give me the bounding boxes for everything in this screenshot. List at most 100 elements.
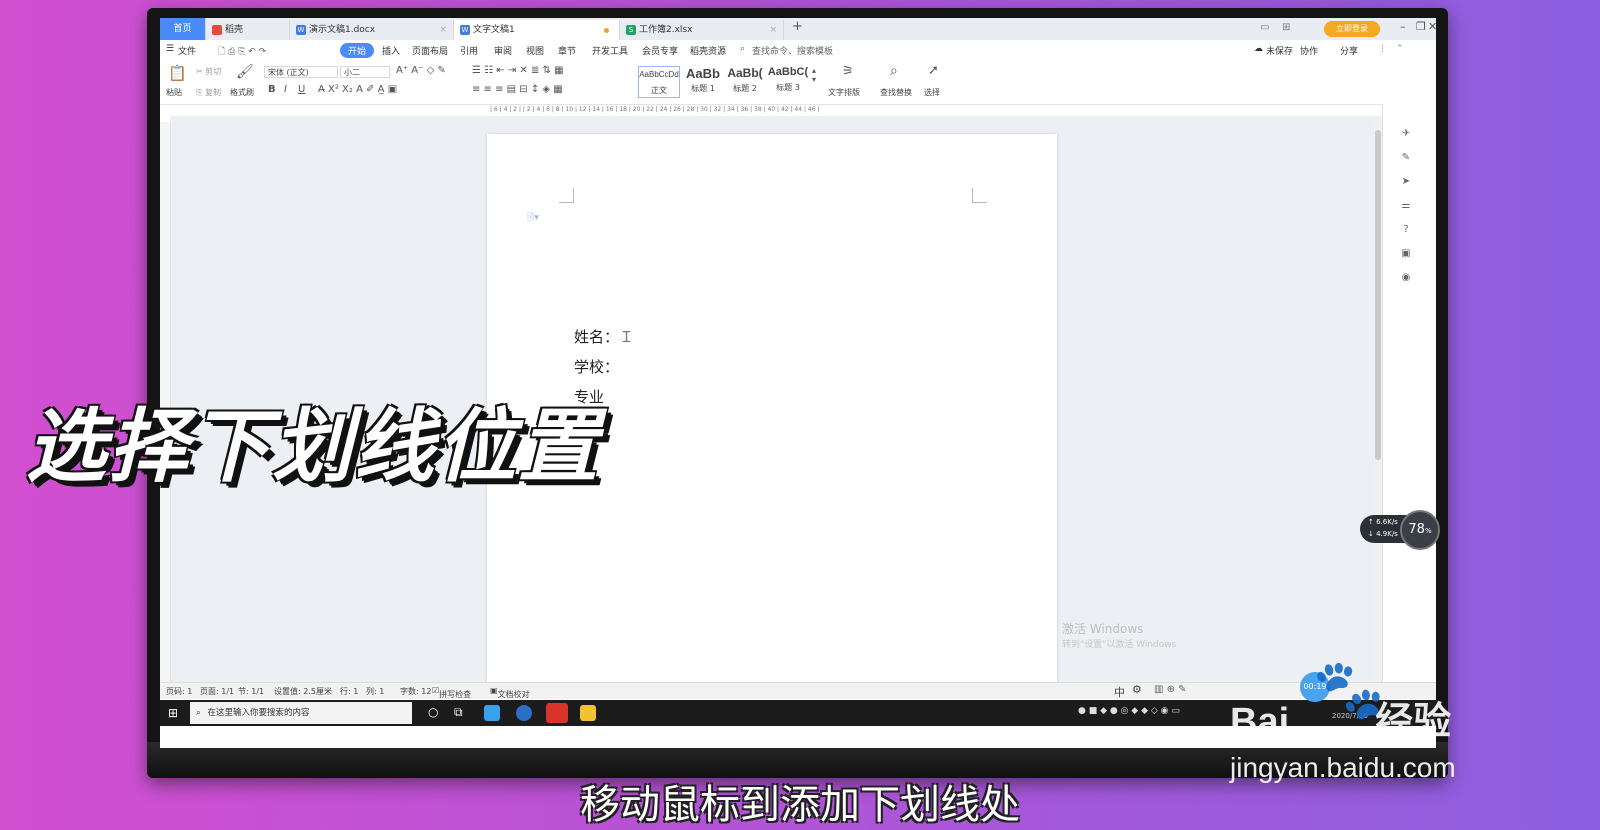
status-page-number[interactable]: 页码: 1	[166, 686, 192, 697]
style-normal[interactable]: AaBbCcDd 正文	[638, 66, 680, 98]
styles-more-icon[interactable]: ▴ ▾	[812, 66, 816, 84]
system-tray-icons[interactable]: ● ■ ◆ ● ◎ ◆ ◆ ◇ ◉ ▭	[1078, 706, 1180, 716]
new-tab-button[interactable]: +	[792, 19, 803, 34]
menu-daoke-resources[interactable]: 稻壳资源	[690, 44, 726, 57]
underline-icon[interactable]: U	[298, 84, 305, 95]
layout-icon[interactable]: ▭	[1260, 22, 1269, 33]
doc-line-school[interactable]: 学校：	[574, 356, 619, 377]
style-heading3[interactable]: AaBbC( 标题 3	[766, 66, 810, 98]
paste-button[interactable]: 粘贴	[166, 87, 182, 98]
word-doc-icon: W	[296, 24, 306, 35]
command-search[interactable]: 查找命令、搜索模板	[752, 44, 833, 57]
quick-access-icons[interactable]: 🗋 ⎙ ⎘ ↶ ↷	[218, 44, 266, 60]
taskbar-search[interactable]: ⌕ 在这里输入你要搜索的内容	[190, 702, 412, 724]
task-view-icon[interactable]: ⧉	[454, 705, 470, 721]
minimize-icon[interactable]: –	[1400, 20, 1406, 33]
tab-workbook[interactable]: S 工作簿2.xlsx ×	[620, 20, 784, 40]
tab-home[interactable]: 首页	[160, 18, 206, 40]
text-layout-button[interactable]: 文字排版	[828, 87, 860, 98]
location-icon[interactable]: ◉	[1400, 272, 1412, 284]
text-cursor-icon: Ｉ	[619, 328, 635, 346]
style-heading2[interactable]: AaBb( 标题 2	[724, 66, 766, 98]
status-setting[interactable]: 设置值: 2.5厘米	[274, 686, 332, 697]
menu-layout[interactable]: 页面布局	[412, 44, 448, 57]
doc-line-name[interactable]: 姓名：Ｉ	[574, 326, 634, 347]
menu-developer[interactable]: 开发工具	[592, 44, 628, 57]
tab-daoke[interactable]: 稻壳	[206, 20, 290, 40]
word-doc-icon: W	[460, 24, 470, 35]
find-replace-button[interactable]: 查找替换	[880, 87, 912, 98]
cursor-select-icon[interactable]: ➚	[928, 63, 939, 78]
doc-proofread[interactable]: ▣ 文档校对	[490, 686, 530, 699]
image-icon[interactable]: ▣	[1400, 248, 1412, 260]
tab-presentation[interactable]: W 演示文稿1.docx ×	[290, 20, 454, 40]
status-word-count[interactable]: 字数: 12	[400, 686, 431, 697]
vertical-scrollbar[interactable]	[1374, 116, 1382, 682]
paragraph-options-icon[interactable]: 🗎▾	[527, 210, 539, 226]
unsaved-status[interactable]: 未保存	[1266, 44, 1293, 57]
format-painter-icon[interactable]: 🖌	[236, 64, 254, 80]
grid-icon[interactable]: ⊞	[1282, 22, 1290, 33]
share-button[interactable]: 分享	[1340, 44, 1358, 57]
status-section[interactable]: 节: 1/1	[238, 686, 264, 697]
menu-references[interactable]: 引用	[460, 44, 478, 57]
cortana-icon[interactable]: ○	[428, 705, 444, 721]
font-effects-icons[interactable]: A̶ X² X₂ A ✐ A̲ ▣	[318, 84, 397, 95]
settings-gear-icon[interactable]: ⚙	[1132, 683, 1142, 696]
status-row[interactable]: 行: 1	[340, 686, 358, 697]
tab-current-document[interactable]: W 文字文稿1	[454, 20, 620, 40]
menu-insert[interactable]: 插入	[382, 44, 400, 57]
cut-button[interactable]: ✂ 剪切	[196, 66, 221, 77]
search-icon: ⌕	[196, 708, 201, 718]
list-icons[interactable]: ☰ ☷ ⇤ ⇥ ✕ ≣ ⇅ ▦	[472, 65, 564, 76]
windows-start-icon[interactable]: ⊞	[168, 706, 178, 720]
spell-check[interactable]: ☑ 拼写检查	[432, 686, 471, 699]
format-painter-button[interactable]: 格式刷	[230, 87, 254, 98]
italic-icon[interactable]: I	[284, 84, 287, 95]
view-mode-icons[interactable]: ▥ ⊕ ✎	[1154, 684, 1187, 695]
pointer-icon[interactable]: ➤	[1400, 176, 1412, 188]
style-heading1[interactable]: AaBb 标题 1	[682, 66, 724, 98]
file-explorer-icon[interactable]	[580, 705, 596, 721]
menu-file[interactable]: 文件	[178, 44, 196, 57]
select-button[interactable]: 选择	[924, 87, 940, 98]
font-size-select[interactable]: 小二	[340, 66, 390, 78]
restore-icon[interactable]: ❐	[1416, 20, 1426, 33]
unsaved-dot	[604, 28, 609, 33]
cpu-usage-gauge[interactable]: 78%	[1400, 510, 1440, 550]
menu-view[interactable]: 视图	[526, 44, 544, 57]
ime-indicator[interactable]: 中	[1114, 684, 1125, 700]
paste-icon[interactable]: 📋	[168, 64, 187, 82]
status-pages[interactable]: 页面: 1/1	[200, 686, 234, 697]
horizontal-ruler[interactable]: | 6 | 4 | 2 | | 2 | 4 | 6 | 8 | 10 | 12 …	[490, 106, 1070, 116]
font-name-select[interactable]: 宋体 (正文)	[264, 66, 338, 78]
edge-icon[interactable]	[484, 705, 500, 721]
sliders-icon[interactable]: ⚌	[1400, 200, 1412, 212]
magnifier-icon[interactable]: ⌕	[890, 63, 898, 79]
collab-button[interactable]: 协作	[1300, 44, 1318, 57]
menu-chapter[interactable]: 章节	[558, 44, 576, 57]
align-icons[interactable]: ≡ ≡ ≡ ▤ ⊟ ↕ ◈ ▦	[472, 84, 563, 95]
more-icon[interactable]: ⋮	[1378, 44, 1387, 54]
menu-home[interactable]: 开始	[340, 43, 375, 58]
bold-icon[interactable]: B	[268, 84, 276, 95]
menu-icon[interactable]: ☰	[166, 44, 174, 54]
browser-icon[interactable]	[516, 705, 532, 721]
status-column[interactable]: 列: 1	[366, 686, 384, 697]
rocket-icon[interactable]: ✈	[1400, 128, 1412, 140]
copy-button[interactable]: ⎘ 复制	[196, 87, 221, 98]
help-icon[interactable]: ?	[1400, 224, 1412, 236]
close-tab-icon[interactable]: ×	[439, 20, 447, 40]
wps-icon[interactable]	[546, 703, 568, 723]
collapse-ribbon-icon[interactable]: ⌃	[1396, 44, 1404, 54]
text-layout-icon[interactable]: ⚞	[842, 64, 854, 79]
login-button[interactable]: 立即登录	[1324, 21, 1380, 37]
pen-icon[interactable]: ✎	[1400, 152, 1412, 164]
tutorial-headline: 选择下划线位置	[26, 400, 600, 493]
close-tab-icon[interactable]: ×	[769, 20, 777, 40]
menu-member[interactable]: 会员专享	[642, 44, 678, 57]
menu-review[interactable]: 审阅	[494, 44, 512, 57]
close-icon[interactable]: ✕	[1428, 20, 1436, 33]
font-size-adjust-icons[interactable]: A⁺ A⁻ ◇ ✎	[396, 65, 446, 76]
scrollbar-thumb[interactable]	[1375, 130, 1381, 460]
